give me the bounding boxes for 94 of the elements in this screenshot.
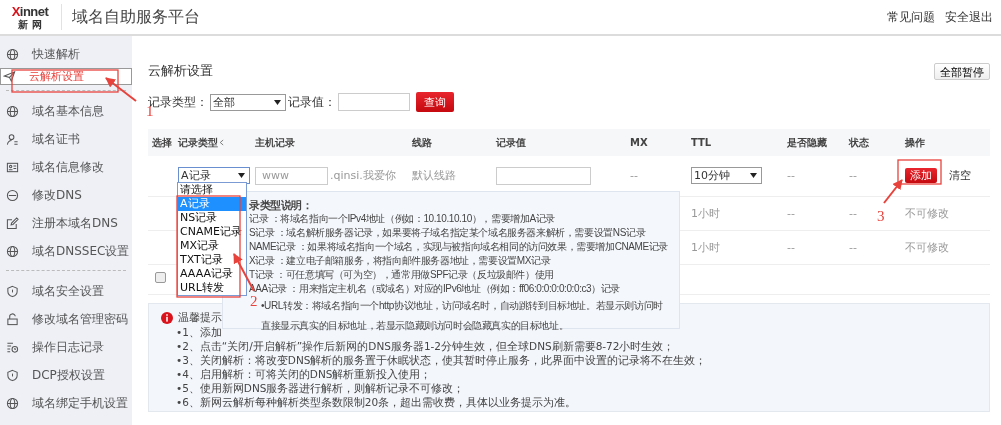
column-header: TTL bbox=[691, 137, 712, 148]
tips-title: 温馨提示 bbox=[178, 310, 222, 325]
popover-title: 录类型说明： bbox=[249, 198, 313, 212]
popover-text: NAME记录 ：如果将域名指向一个域名，实现与被指向域名相同的访问效果，需要增加CNAME记录 bbox=[249, 240, 668, 254]
dropdown-option[interactable]: AAAA记录 bbox=[178, 267, 246, 281]
popover-text: S记录 ：域名解析服务器记录，如果要将子域名指定某个域名服务器来解析，需要设置NS记录 bbox=[249, 226, 646, 240]
dropdown-option[interactable]: NS记录 bbox=[178, 211, 246, 225]
step-number: 2 bbox=[250, 293, 258, 309]
sidebar-item[interactable]: 修改DNS bbox=[0, 181, 132, 209]
popover-text: X记录 ：建立电子邮箱服务，将指向邮件服务器地址，需要设置MX记录 bbox=[249, 254, 551, 268]
sidebar-item[interactable]: 域名安全设置 bbox=[0, 277, 132, 305]
sidebar-item[interactable]: 快速解析 bbox=[0, 40, 132, 68]
status-value: -- bbox=[849, 206, 857, 220]
globe-icon bbox=[6, 104, 19, 118]
add-button[interactable]: 添加 bbox=[905, 168, 937, 184]
sort-icon bbox=[219, 138, 224, 146]
popover-note: •URL转发：将域名指向一个http协议地址，访问域名时，自动跳转到目标地址。若显示则访问时直接显示真实的目标地址，若显示隐藏则访问时会隐藏真实的目标地址。 bbox=[261, 299, 664, 333]
column-header: 线路 bbox=[412, 136, 432, 148]
page-title: 云解析设置 bbox=[148, 62, 213, 80]
highlight-frame bbox=[897, 159, 942, 185]
sidebar-item[interactable]: 域名信息修改 bbox=[0, 153, 132, 181]
column-header: 记录类型 bbox=[178, 136, 218, 148]
info-icon bbox=[161, 311, 173, 324]
row-checkbox[interactable] bbox=[155, 272, 166, 283]
header-link[interactable]: 安全退出 bbox=[945, 8, 993, 26]
sidebar-item[interactable]: 域名DNSSEC设置 bbox=[0, 237, 132, 265]
tip-text: •5、使用新网DNS服务器进行解析，则解析记录不可修改； bbox=[176, 380, 465, 395]
column-header: 主机记录 bbox=[255, 136, 295, 148]
tip-text: •4、启用解析：可将关闭的DNS解析重新投入使用； bbox=[176, 366, 432, 381]
dropdown-option[interactable]: 请选择 bbox=[178, 183, 246, 197]
line-value: 默认线路 bbox=[412, 169, 456, 183]
ttl-value: 1小时 bbox=[691, 240, 720, 254]
pause-all-button[interactable]: 全部暂停 bbox=[934, 62, 990, 80]
mx-value: -- bbox=[630, 169, 638, 183]
card-icon bbox=[6, 160, 19, 174]
log-icon bbox=[6, 340, 19, 354]
shield-icon bbox=[6, 368, 19, 382]
status-value: -- bbox=[849, 240, 857, 254]
sidebar-item[interactable]: 操作日志记录 bbox=[0, 333, 132, 361]
annotation-arrow bbox=[105, 77, 137, 102]
operation-text: 不可修改 bbox=[905, 206, 949, 220]
dropdown-option[interactable]: CNAME记录 bbox=[178, 225, 246, 239]
sidebar-item[interactable]: 注册本域名DNS bbox=[0, 209, 132, 237]
record-value-input[interactable] bbox=[338, 93, 410, 111]
column-header: 选择 bbox=[152, 136, 172, 148]
annotation-arrow bbox=[883, 179, 903, 204]
hidden-value: -- bbox=[787, 206, 795, 220]
globe-icon bbox=[6, 47, 19, 61]
tip-text: •1、添加 bbox=[176, 324, 222, 339]
edit-icon bbox=[6, 216, 19, 230]
dropdown-option[interactable]: URL转发 bbox=[178, 281, 246, 295]
caret-icon bbox=[274, 99, 281, 105]
record-type-select[interactable]: 全部 bbox=[210, 93, 286, 111]
plane-icon bbox=[3, 70, 16, 83]
sidebar-item[interactable]: 域名绑定手机设置 bbox=[0, 389, 132, 417]
clear-link[interactable]: 清空 bbox=[949, 168, 971, 184]
column-header: 操作 bbox=[905, 136, 925, 148]
tip-text: •2、点击“关闭/开启解析”操作后新网的DNS服务器1-2分钟生效，但全球DNS刷新需要8-72小时生效； bbox=[176, 338, 675, 353]
status-value: -- bbox=[849, 169, 857, 183]
hidden-value: -- bbox=[787, 169, 795, 183]
globe-icon bbox=[6, 396, 19, 410]
sidebar-item[interactable]: 域名证书 bbox=[0, 125, 132, 153]
caret-icon bbox=[750, 173, 757, 179]
column-header: MX bbox=[630, 137, 648, 148]
shield-icon bbox=[6, 284, 19, 298]
tip-text: •6、新网云解析每种解析类型条数限制20条，超出需收费，具体以业务提示为准。 bbox=[176, 394, 577, 409]
ttl-select[interactable]: 10分钟 bbox=[691, 167, 762, 185]
lock-icon bbox=[6, 312, 19, 326]
popover-text: T记录 ：可任意填写（可为空），通常用做SPF记录（反垃圾邮件）使用 bbox=[249, 268, 554, 282]
sidebar-item[interactable]: 域名基本信息 bbox=[0, 97, 132, 125]
host-input[interactable]: www bbox=[255, 166, 328, 185]
column-header: 记录值 bbox=[496, 136, 526, 148]
dropdown-option[interactable]: TXT记录 bbox=[178, 253, 246, 267]
user-icon bbox=[6, 132, 19, 146]
sidebar-item[interactable]: 修改域名管理密码 bbox=[0, 305, 132, 333]
globe-icon bbox=[6, 244, 19, 258]
step-number: 3 bbox=[877, 208, 885, 224]
column-header: 状态 bbox=[849, 136, 869, 148]
hidden-value: -- bbox=[787, 240, 795, 254]
record-value-input[interactable] bbox=[496, 166, 591, 185]
logo: Xinnet 新 网 bbox=[10, 4, 50, 30]
sidebar-item[interactable]: DCP授权设置 bbox=[0, 361, 132, 389]
caret-icon bbox=[238, 173, 245, 179]
record-value-label: 记录值： bbox=[288, 93, 336, 111]
popover-text: 记录 ：将域名指向一个IPv4地址（例如：10.10.10.10），需要增加A记录 bbox=[249, 212, 555, 226]
ttl-value: 1小时 bbox=[691, 206, 720, 220]
site-title: 域名自助服务平台 bbox=[72, 6, 200, 28]
host-suffix: .qinsi.我爱你 bbox=[330, 168, 396, 184]
search-button[interactable]: 查询 bbox=[416, 92, 454, 112]
column-header: 是否隐藏 bbox=[787, 136, 827, 148]
header-link[interactable]: 常见问题 bbox=[887, 8, 935, 26]
operation-text: 不可修改 bbox=[905, 240, 949, 254]
dropdown-option[interactable]: MX记录 bbox=[178, 239, 246, 253]
tip-text: •3、关闭解析：将改变DNS解析的服务置于休眠状态，使其暂时停止服务，此界面中设置的记录将不在生效； bbox=[176, 352, 707, 367]
